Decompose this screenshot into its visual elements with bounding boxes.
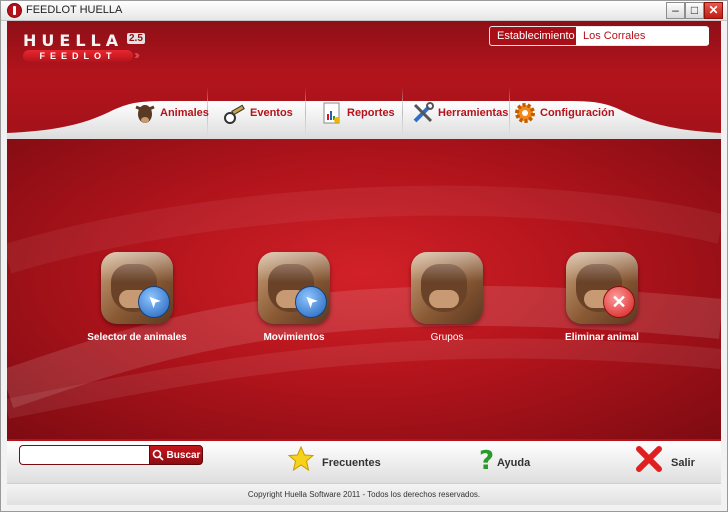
copyright-bar: Copyright Huella Software 2011 - Todos l… bbox=[7, 483, 721, 505]
search-icon bbox=[152, 449, 164, 461]
tile-eliminar-animal-label[interactable]: Eliminar animal bbox=[532, 332, 672, 343]
delete-x-icon: ✕ bbox=[603, 286, 635, 318]
maximize-button[interactable]: □ bbox=[685, 2, 704, 19]
app-logo-icon bbox=[7, 3, 22, 18]
tile-selector-animales[interactable]: Selector de animales bbox=[67, 252, 207, 343]
logo-arrows-icon: ››› bbox=[134, 48, 140, 62]
tab-eventos-label: Eventos bbox=[250, 107, 293, 119]
tile-shine bbox=[101, 252, 173, 282]
tab-configuracion-label: Configuración bbox=[540, 107, 615, 119]
cow-head-icon bbox=[133, 101, 157, 125]
establishment-value[interactable]: Los Corrales bbox=[576, 27, 709, 45]
tile-shine bbox=[258, 252, 330, 282]
tab-separator bbox=[305, 87, 306, 137]
window-title: FEEDLOT HUELLA bbox=[26, 4, 123, 16]
cow-delete-icon[interactable]: ✕ bbox=[566, 252, 638, 324]
app-window: FEEDLOT HUELLA – □ ✕ HUELLA 2.5 FEEDLOT … bbox=[0, 0, 728, 512]
tools-icon bbox=[411, 101, 435, 125]
star-icon[interactable] bbox=[287, 445, 315, 473]
footer-toolbar: Buscar Frecuentes ? Ayuda Salir bbox=[7, 439, 721, 483]
cow-group-icon[interactable] bbox=[411, 252, 483, 324]
close-button[interactable]: ✕ bbox=[704, 2, 723, 19]
cow-select-icon[interactable] bbox=[101, 252, 173, 324]
title-bar: FEEDLOT HUELLA – □ ✕ bbox=[1, 1, 727, 21]
tab-herramientas[interactable]: Herramientas bbox=[411, 91, 508, 135]
tile-selector-animales-label[interactable]: Selector de animales bbox=[67, 332, 207, 343]
main-panel: Selector de animales Movimientos Grupos … bbox=[7, 139, 721, 439]
tab-animales-label: Animales bbox=[160, 107, 209, 119]
tile-grupos[interactable]: Grupos bbox=[377, 252, 517, 343]
tile-shine bbox=[411, 252, 483, 282]
svg-text:?: ? bbox=[479, 446, 494, 473]
tile-movimientos[interactable]: Movimientos bbox=[224, 252, 364, 343]
cow-move-icon[interactable] bbox=[258, 252, 330, 324]
logo-subtitle: FEEDLOT bbox=[39, 51, 117, 61]
tile-eliminar-animal[interactable]: ✕ Eliminar animal bbox=[532, 252, 672, 343]
tab-animales[interactable]: Animales bbox=[133, 91, 209, 135]
logo-version: 2.5 bbox=[127, 33, 145, 44]
tab-reportes[interactable]: Reportes bbox=[320, 91, 395, 135]
syringe-icon bbox=[223, 101, 247, 125]
search-input[interactable] bbox=[19, 445, 149, 465]
tab-separator bbox=[402, 87, 403, 137]
tile-shine bbox=[566, 252, 638, 282]
establishment-label: Establecimiento bbox=[497, 30, 575, 42]
exit-x-icon[interactable] bbox=[635, 445, 663, 473]
search-button[interactable]: Buscar bbox=[149, 445, 203, 465]
minimize-button[interactable]: – bbox=[666, 2, 685, 19]
logo-name: HUELLA bbox=[23, 31, 124, 50]
report-chart-icon bbox=[320, 101, 344, 125]
tab-eventos[interactable]: Eventos bbox=[223, 91, 293, 135]
tile-grupos-label[interactable]: Grupos bbox=[377, 332, 517, 343]
search-button-label: Buscar bbox=[166, 449, 201, 461]
tab-separator bbox=[509, 87, 510, 137]
help-button[interactable]: Ayuda bbox=[497, 457, 530, 469]
cursor-arrow-icon bbox=[138, 286, 170, 318]
copyright-text: Copyright Huella Software 2011 - Todos l… bbox=[247, 490, 481, 499]
exit-button[interactable]: Salir bbox=[671, 457, 695, 469]
tile-movimientos-label[interactable]: Movimientos bbox=[224, 332, 364, 343]
tab-herramientas-label: Herramientas bbox=[438, 107, 509, 119]
cursor-arrow-icon bbox=[295, 286, 327, 318]
frequent-button[interactable]: Frecuentes bbox=[322, 457, 381, 469]
gear-icon bbox=[513, 101, 537, 125]
establishment-selector[interactable]: Establecimiento Los Corrales bbox=[489, 26, 709, 46]
tab-configuracion[interactable]: Configuración bbox=[513, 91, 615, 135]
header: HUELLA 2.5 FEEDLOT ››› Establecimiento L… bbox=[7, 21, 721, 139]
tab-reportes-label: Reportes bbox=[347, 107, 395, 119]
search-box: Buscar bbox=[19, 445, 203, 465]
